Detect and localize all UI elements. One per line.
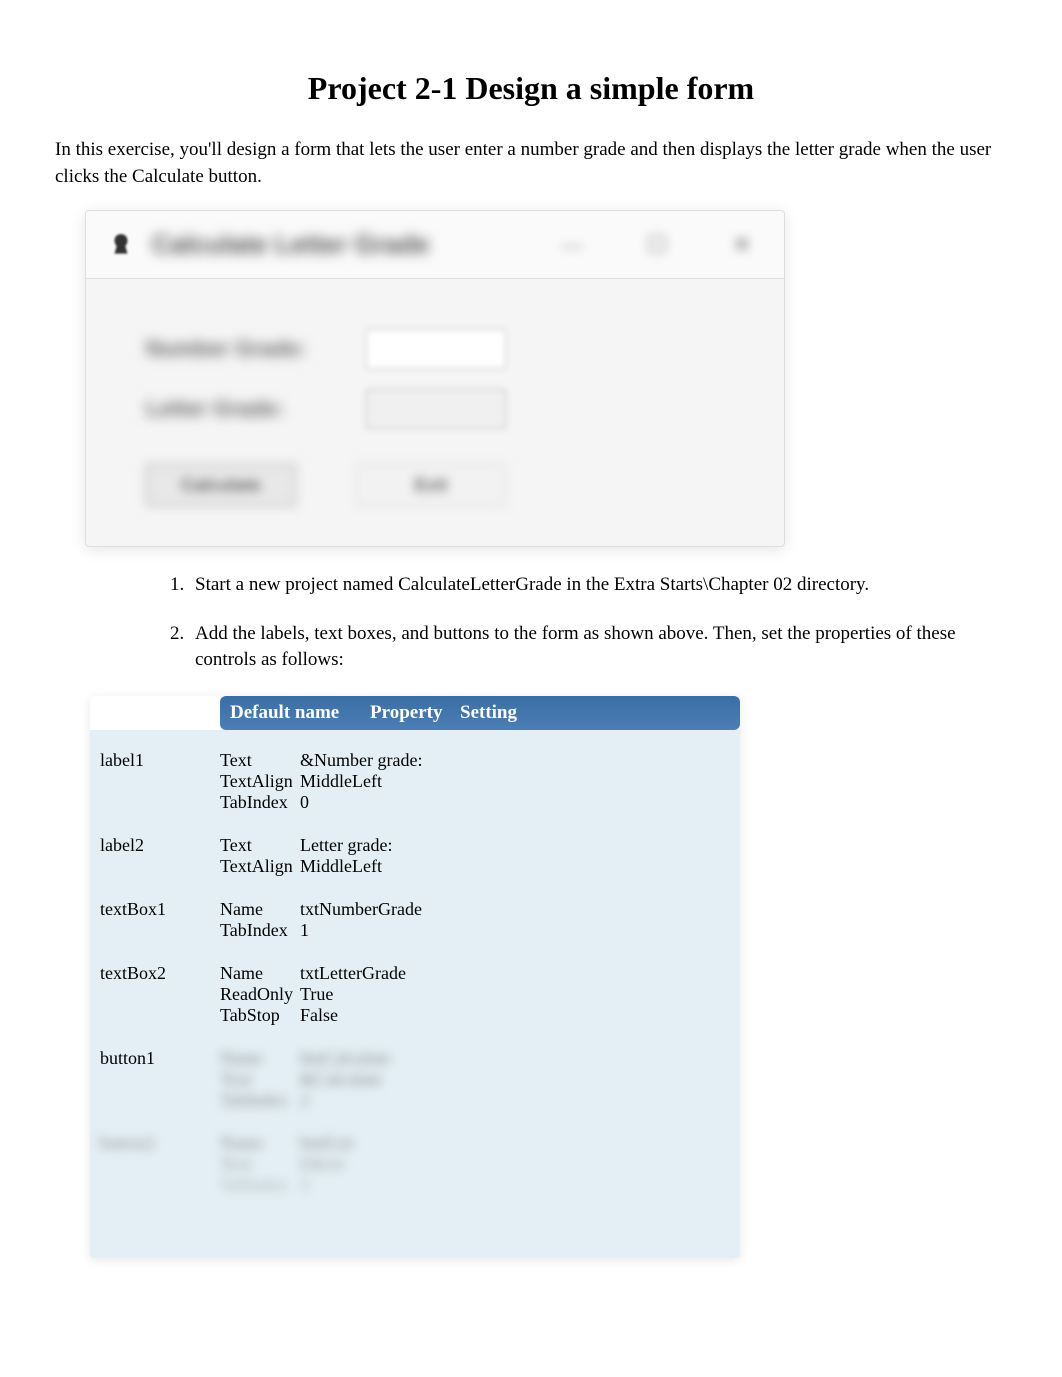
- col-setting: E&xit: [300, 1154, 344, 1175]
- prop-group: button1NamebtnCalculateText&CalculateTab…: [100, 1048, 730, 1111]
- col-property: Text: [220, 1069, 300, 1090]
- col-setting: &Calculate: [300, 1069, 382, 1090]
- col-setting: txtNumberGrade: [300, 899, 422, 920]
- app-icon: [108, 232, 134, 258]
- step-item: 2.Add the labels, text boxes, and button…: [140, 621, 1007, 674]
- window-titlebar: Calculate Letter Grade — ☐ ✕: [86, 211, 784, 279]
- col-default-name: button2: [100, 1133, 220, 1154]
- prop-row: textBox1NametxtNumberGrade: [100, 899, 730, 920]
- label-letter-grade: Letter Grade:: [146, 396, 366, 422]
- col-property: Name: [220, 1133, 300, 1154]
- col-setting: btnCalculate: [300, 1048, 391, 1069]
- prop-group: textBox1NametxtNumberGradeTabIndex1: [100, 899, 730, 941]
- prop-group: textBox2NametxtLetterGradeReadOnlyTrueTa…: [100, 963, 730, 1026]
- prop-row: Text&Calculate: [100, 1069, 730, 1090]
- col-setting: False: [300, 1005, 338, 1026]
- prop-row: TabIndex2: [100, 1090, 730, 1111]
- intro-paragraph: In this exercise, you'll design a form t…: [55, 137, 1007, 190]
- prop-row: button2NamebtnExit: [100, 1133, 730, 1154]
- col-setting: 3: [300, 1175, 309, 1196]
- col-property: TabIndex: [220, 792, 300, 813]
- col-setting: Letter grade:: [300, 835, 392, 856]
- prop-row: textBox2NametxtLetterGrade: [100, 963, 730, 984]
- col-setting: True: [300, 984, 333, 1005]
- prop-row: TabIndex1: [100, 920, 730, 941]
- calculate-button[interactable]: Calculate: [146, 464, 296, 506]
- header-setting: Setting: [460, 702, 517, 724]
- properties-table: Default name Property Setting label1Text…: [90, 696, 740, 1258]
- prop-group: label1Text&Number grade:TextAlignMiddleL…: [100, 750, 730, 813]
- col-default-name: button1: [100, 1048, 220, 1069]
- prop-row: button1NamebtnCalculate: [100, 1048, 730, 1069]
- prop-row: TextAlignMiddleLeft: [100, 856, 730, 877]
- col-property: Name: [220, 963, 300, 984]
- col-default-name: label1: [100, 750, 220, 771]
- col-property: Text: [220, 1154, 300, 1175]
- col-setting: 1: [300, 920, 309, 941]
- col-property: ReadOnly: [220, 984, 300, 1005]
- header-default-name: Default name: [230, 702, 370, 724]
- prop-row: label2TextLetter grade:: [100, 835, 730, 856]
- prop-group: button2NamebtnExitTextE&xitTabIndex3: [100, 1133, 730, 1196]
- prop-row: TextAlignMiddleLeft: [100, 771, 730, 792]
- close-icon[interactable]: ✕: [722, 230, 762, 260]
- col-setting: txtLetterGrade: [300, 963, 406, 984]
- col-property: TabStop: [220, 1005, 300, 1026]
- step-number: 2.: [140, 621, 195, 674]
- col-property: TabIndex: [220, 1090, 300, 1111]
- prop-row: TabIndex0: [100, 792, 730, 813]
- col-property: TextAlign: [220, 771, 300, 792]
- col-property: TextAlign: [220, 856, 300, 877]
- step-number: 1.: [140, 572, 195, 599]
- col-setting: 2: [300, 1090, 309, 1111]
- window-title: Calculate Letter Grade: [152, 229, 552, 260]
- prop-row: TabStopFalse: [100, 1005, 730, 1026]
- number-grade-input[interactable]: [366, 329, 506, 369]
- step-item: 1.Start a new project named CalculateLet…: [140, 572, 1007, 599]
- minimize-icon[interactable]: —: [552, 230, 592, 260]
- steps-list: 1.Start a new project named CalculateLet…: [140, 572, 1007, 674]
- label-number-grade: Number Grade:: [146, 336, 366, 362]
- col-property: Name: [220, 1048, 300, 1069]
- prop-group: label2TextLetter grade:TextAlignMiddleLe…: [100, 835, 730, 877]
- col-default-name: textBox2: [100, 963, 220, 984]
- prop-row: ReadOnlyTrue: [100, 984, 730, 1005]
- col-property: TabIndex: [220, 1175, 300, 1196]
- step-text: Start a new project named CalculateLette…: [195, 572, 1007, 599]
- prop-row: TextE&xit: [100, 1154, 730, 1175]
- col-default-name: label2: [100, 835, 220, 856]
- col-property: Text: [220, 835, 300, 856]
- page-title: Project 2-1 Design a simple form: [55, 70, 1007, 107]
- col-property: TabIndex: [220, 920, 300, 941]
- prop-row: TabIndex3: [100, 1175, 730, 1196]
- col-default-name: textBox1: [100, 899, 220, 920]
- letter-grade-input: [366, 389, 506, 429]
- col-property: Text: [220, 750, 300, 771]
- step-text: Add the labels, text boxes, and buttons …: [195, 621, 1007, 674]
- col-setting: 0: [300, 792, 309, 813]
- form-preview: Calculate Letter Grade — ☐ ✕ Number Grad…: [85, 210, 1007, 547]
- maximize-icon[interactable]: ☐: [637, 230, 677, 260]
- col-property: Name: [220, 899, 300, 920]
- col-setting: MiddleLeft: [300, 771, 382, 792]
- col-setting: MiddleLeft: [300, 856, 382, 877]
- table-header: Default name Property Setting: [220, 696, 740, 730]
- col-setting: btnExit: [300, 1133, 353, 1154]
- header-property: Property: [370, 702, 460, 724]
- col-setting: &Number grade:: [300, 750, 422, 771]
- exit-button[interactable]: Exit: [356, 464, 506, 506]
- prop-row: label1Text&Number grade:: [100, 750, 730, 771]
